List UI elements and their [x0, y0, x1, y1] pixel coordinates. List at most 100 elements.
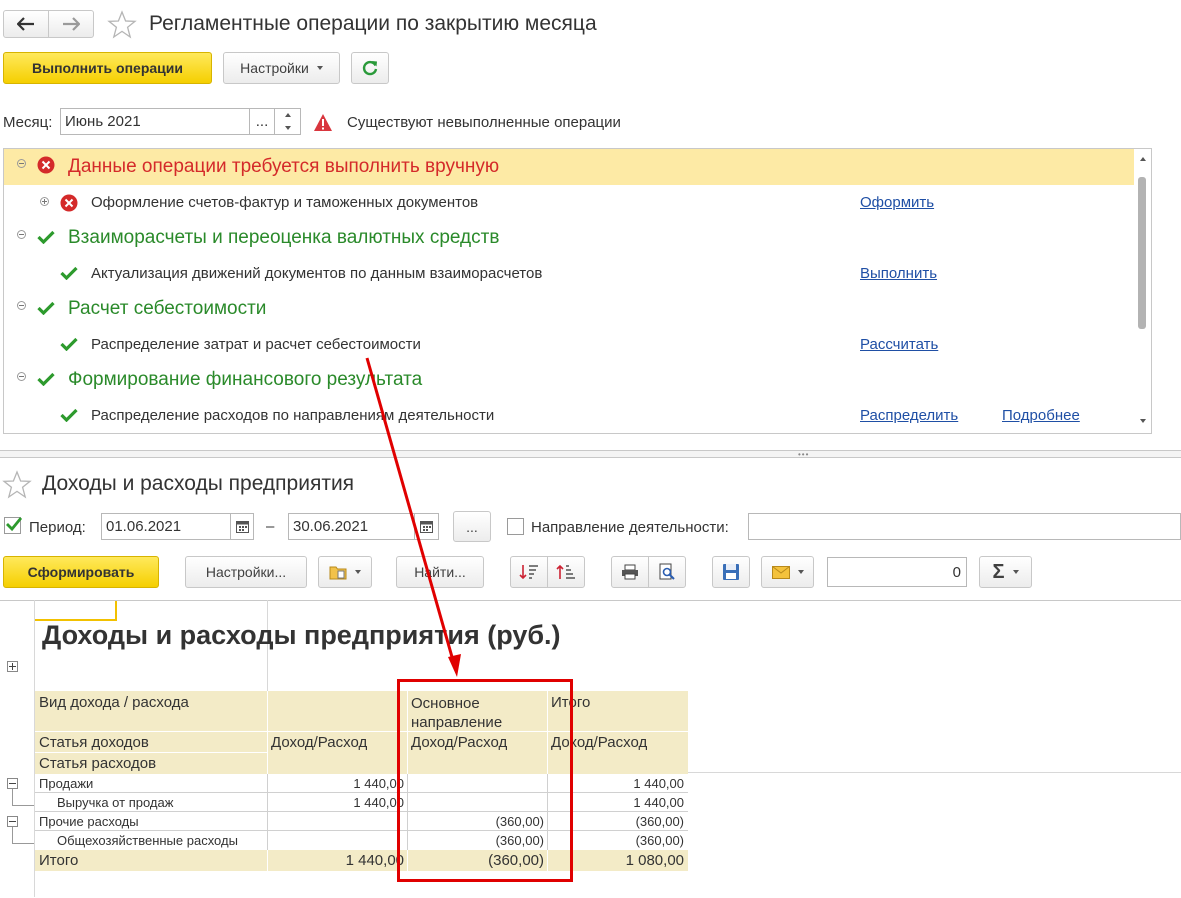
print-preview-icon [659, 563, 675, 580]
report-heading: Доходы и расходы предприятия (руб.) [42, 620, 561, 650]
check-icon [60, 408, 78, 422]
check-icon [60, 266, 78, 280]
calculate-link[interactable]: Рассчитать [860, 336, 938, 353]
sheet-row-line [688, 772, 1181, 773]
row-name: Общехозяйственные расходы [57, 833, 238, 848]
variant-button[interactable] [318, 556, 372, 588]
date-to-input[interactable]: 30.06.2021 [288, 513, 415, 540]
direction-input[interactable] [748, 513, 1181, 540]
preview-button[interactable] [648, 556, 686, 588]
row-value: 1 440,00 [353, 776, 404, 791]
report-settings-button[interactable]: Настройки... [185, 556, 307, 588]
header-kind: Вид дохода / расхода [39, 694, 189, 711]
total-name: Итого [39, 852, 79, 869]
row-value: 1 440,00 [353, 795, 404, 810]
month-select-button[interactable]: ... [249, 108, 275, 135]
run-operations-button[interactable]: Выполнить операции [3, 52, 212, 84]
operation-item: Распределение расходов по направлениям д… [91, 407, 495, 424]
check-icon [37, 301, 55, 315]
period-label: Период: [29, 519, 86, 536]
check-icon [60, 337, 78, 351]
row-name: Прочие расходы [39, 814, 139, 829]
calendar-icon [420, 521, 433, 533]
splitter-grip-icon[interactable]: ••• [798, 451, 809, 459]
print-button[interactable] [611, 556, 649, 588]
header-expense-article: Статья расходов [39, 755, 157, 772]
calendar-icon [235, 521, 249, 533]
collapse-toggle-icon[interactable] [17, 301, 26, 310]
check-icon [37, 372, 55, 386]
scroll-up-icon[interactable] [1140, 157, 1146, 161]
error-icon [60, 194, 78, 212]
error-icon [37, 156, 55, 174]
scrollbar[interactable] [1136, 149, 1151, 433]
save-button[interactable] [712, 556, 750, 588]
row-name: Продажи [39, 776, 94, 791]
generate-button[interactable]: Сформировать [3, 556, 159, 588]
row-name: Выручка от продаж [57, 795, 174, 810]
page-title: Регламентные операции по закрытию месяца [149, 12, 597, 35]
expand-toggle-icon[interactable] [40, 197, 49, 206]
settings-label: Настройки [240, 60, 309, 76]
collapse-toggle-icon[interactable] [17, 159, 26, 168]
send-mail-button[interactable] [761, 556, 814, 588]
back-button[interactable] [3, 10, 49, 38]
warning-icon [314, 114, 332, 131]
arrow-right-icon [63, 17, 80, 31]
sort-desc-button[interactable] [510, 556, 548, 588]
header-income-expense: Доход/Расход [271, 734, 368, 751]
details-link[interactable]: Подробнее [1002, 407, 1080, 424]
month-stepper[interactable] [274, 108, 301, 135]
splitter[interactable]: ••• [0, 450, 1181, 459]
active-cell[interactable] [35, 601, 117, 621]
direction-checkbox[interactable] [507, 518, 524, 535]
refresh-button[interactable] [351, 52, 389, 84]
row-group-lines [12, 827, 13, 844]
period-checkbox[interactable] [4, 517, 23, 534]
header-income-article: Статья доходов [39, 734, 149, 751]
sort-descending-icon [519, 565, 538, 580]
date-from-input[interactable]: 01.06.2021 [101, 513, 231, 540]
date-from-calendar-button[interactable] [230, 513, 254, 540]
sum-mode-button[interactable]: Σ [979, 556, 1032, 588]
execute-link[interactable]: Выполнить [860, 265, 937, 282]
printer-icon [622, 564, 638, 580]
sigma-icon: Σ [992, 560, 1005, 583]
chevron-down-icon [316, 66, 323, 70]
warning-text: Существуют невыполненные операции [347, 114, 621, 131]
period-dash: – [266, 518, 275, 535]
distribute-link[interactable]: Распределить [860, 407, 958, 424]
collapse-toggle-icon[interactable] [17, 372, 26, 381]
check-icon [37, 230, 55, 244]
collapse-row-icon[interactable] [7, 816, 18, 827]
stepper-down-icon[interactable] [284, 125, 291, 130]
collapse-toggle-icon[interactable] [17, 230, 26, 239]
row-group-lines [12, 789, 13, 806]
expand-all-icon[interactable] [7, 661, 18, 672]
sum-field[interactable]: 0 [827, 557, 967, 587]
group-title-cost: Расчет себестоимости [68, 298, 267, 319]
sort-asc-button[interactable] [547, 556, 585, 588]
favorite-star-icon[interactable] [107, 10, 137, 40]
annotation-box [397, 679, 573, 882]
month-input[interactable]: Июнь 2021 [60, 108, 250, 135]
find-button[interactable]: Найти... [396, 556, 484, 588]
report-title: Доходы и расходы предприятия [42, 472, 355, 495]
date-to-calendar-button[interactable] [414, 513, 439, 540]
collapse-row-icon[interactable] [7, 778, 18, 789]
arrow-left-icon [17, 17, 34, 31]
favorite-star-icon[interactable] [2, 470, 32, 500]
month-label: Месяц: [3, 114, 53, 131]
row-group-lines [12, 843, 34, 844]
operation-item: Актуализация движений документов по данн… [91, 265, 543, 282]
envelope-icon [771, 565, 790, 579]
chevron-down-icon [797, 570, 804, 574]
issue-link[interactable]: Оформить [860, 194, 934, 211]
stepper-up-icon[interactable] [284, 113, 291, 118]
forward-button[interactable] [48, 10, 94, 38]
scroll-down-icon[interactable] [1140, 419, 1146, 423]
scroll-thumb[interactable] [1138, 177, 1146, 329]
settings-button[interactable]: Настройки [223, 52, 340, 84]
period-select-button[interactable]: ... [453, 511, 491, 542]
folder-icon [329, 566, 347, 580]
